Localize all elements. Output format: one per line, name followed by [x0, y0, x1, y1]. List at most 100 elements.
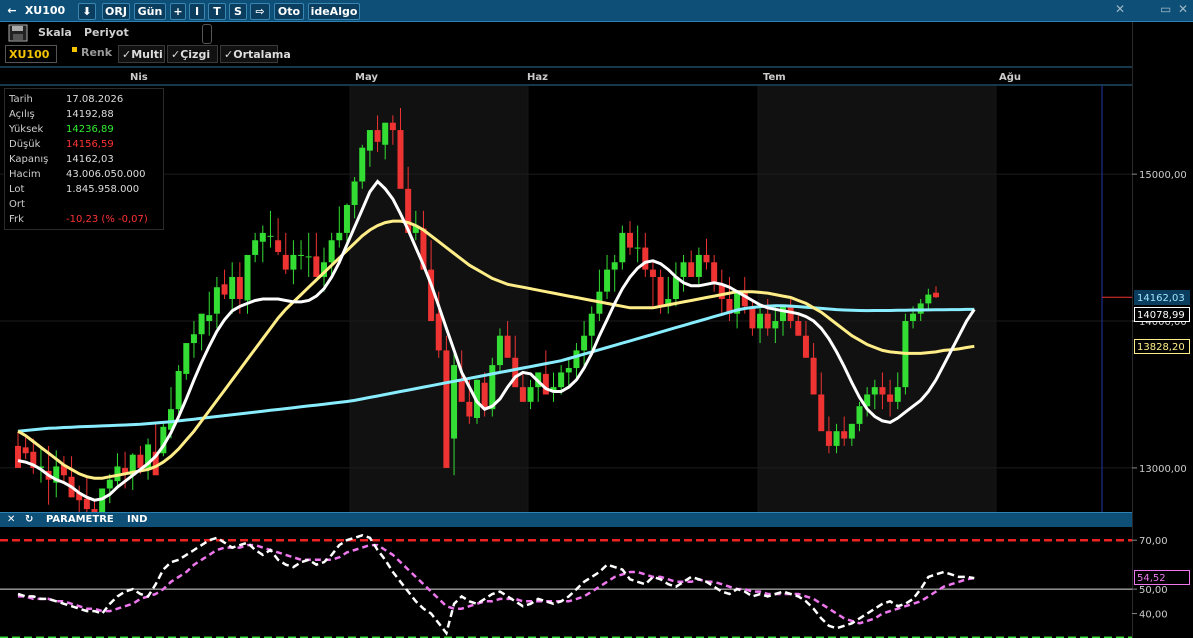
candle-body: [910, 313, 917, 322]
candle-body: [275, 240, 282, 252]
candle-body: [397, 130, 404, 189]
ortalama-toggle[interactable]: ✓Ortalama: [220, 45, 291, 63]
info-key: Lot: [9, 184, 25, 195]
candle-body: [336, 232, 343, 241]
candle-body: [99, 488, 106, 515]
candle-body: [611, 262, 618, 270]
idealgo-button[interactable]: ideAlgo: [308, 3, 360, 20]
candle-body: [841, 431, 848, 439]
back-arrow-icon[interactable]: ←: [5, 3, 19, 18]
candle-body: [581, 335, 588, 351]
candle-body: [848, 423, 855, 439]
close-icon[interactable]: ✕: [1178, 2, 1188, 16]
candle-body: [634, 247, 641, 249]
info-value: 17.08.2026: [66, 94, 124, 105]
orj-button[interactable]: ORJ: [102, 3, 130, 20]
rsi-value-tag: 54,52: [1134, 570, 1190, 585]
download-icon[interactable]: ⬇: [78, 3, 96, 20]
oto-button[interactable]: Oto: [274, 3, 304, 20]
save-icon[interactable]: [8, 24, 28, 42]
periyot-label[interactable]: Periyot: [84, 26, 129, 39]
candle-body: [627, 232, 633, 248]
cizgi-toggle[interactable]: ✓Çizgi: [167, 45, 218, 63]
candle-body: [588, 313, 595, 336]
candle-body: [512, 357, 519, 388]
candle-body: [887, 394, 894, 402]
renk-button[interactable]: Renk: [81, 46, 112, 59]
candle-body: [374, 130, 381, 142]
candle-body: [894, 387, 901, 402]
window-titlebar: ← XU100 ⬇ ORJ Gün + I T S ⇨ Oto ideAlgo …: [0, 0, 1193, 22]
price-tick-label: 15000,00: [1139, 170, 1187, 181]
month-label: Tem: [763, 72, 786, 83]
candle-body: [496, 335, 503, 366]
info-row: Tarih 17.08.2026: [9, 94, 159, 108]
candle-body: [229, 276, 236, 299]
rsi-tick-label: 70,00: [1139, 536, 1168, 547]
info-row: Kapanış 14162,03: [9, 154, 159, 168]
period-gun-button[interactable]: Gün: [134, 3, 166, 20]
month-label: Nis: [130, 72, 148, 83]
i-button[interactable]: I: [189, 3, 205, 20]
candle-body: [106, 479, 113, 489]
candle-body: [244, 254, 251, 301]
info-key: Ort: [9, 199, 25, 210]
ohlc-info-panel: Tarih 17.08.2026 Açılış 14192,88 Yüksek 14236…: [4, 88, 164, 230]
info-row: Açılış 14192,88: [9, 109, 159, 123]
refresh-icon[interactable]: ↻: [25, 514, 33, 526]
info-value: 1.845.958.000: [66, 184, 140, 195]
rsi-tick-label: 40,00: [1139, 610, 1168, 621]
info-key: Tarih: [9, 94, 33, 105]
candle-body: [604, 269, 611, 292]
candle-body: [619, 232, 626, 263]
candle-body: [519, 387, 526, 402]
candle-body: [573, 350, 580, 369]
symbol-input[interactable]: XU100: [5, 45, 57, 63]
minimize-icon[interactable]: ▭: [1160, 2, 1171, 16]
candle-body: [780, 306, 786, 322]
candle-body: [252, 240, 259, 255]
info-row: Lot 1.845.958.000: [9, 184, 159, 198]
t-button[interactable]: T: [208, 3, 226, 20]
candle-body: [879, 387, 886, 395]
candle-body: [443, 350, 450, 468]
candle-body: [359, 147, 366, 182]
info-value: -10,23 (% -0,07): [66, 214, 148, 225]
info-value: 14236,89: [66, 124, 114, 135]
info-key: Düşük: [9, 139, 41, 150]
info-row: Yüksek 14236,89: [9, 124, 159, 138]
parametre-button[interactable]: PARAMETRE: [46, 514, 114, 526]
close-indicator-icon[interactable]: ✕: [7, 514, 15, 526]
price-chart[interactable]: NisMayHazTemAğu 15000,0014000,0013000,00…: [0, 66, 1193, 638]
candle-body: [221, 284, 228, 295]
candle-body: [213, 287, 220, 314]
candle-body: [183, 343, 190, 374]
multi-toggle[interactable]: ✓Multi: [118, 45, 165, 63]
info-key: Kapanış: [9, 154, 49, 165]
s-button[interactable]: S: [229, 3, 247, 20]
candle-body: [259, 232, 266, 242]
candle-body: [871, 387, 878, 395]
candle-body: [313, 256, 320, 277]
info-key: Frk: [9, 214, 24, 225]
ind-button[interactable]: IND: [127, 514, 147, 526]
forward-arrow-icon[interactable]: ⇨: [250, 3, 270, 20]
candle-body: [282, 254, 289, 270]
skala-label[interactable]: Skala: [38, 26, 72, 39]
month-label: May: [355, 72, 378, 83]
candle-body: [749, 306, 756, 329]
price-tick-label: 13000,00: [1139, 464, 1187, 475]
color-swatch-icon: [72, 47, 77, 52]
candle-body: [366, 130, 373, 151]
pin-icon[interactable]: ✕: [1115, 2, 1125, 16]
candle-body: [711, 262, 718, 285]
candle-body: [795, 321, 802, 336]
candle-body: [435, 313, 442, 351]
candle-body: [933, 292, 939, 298]
candle-body: [542, 373, 549, 395]
candle-body: [343, 204, 350, 233]
periyot-field[interactable]: [202, 24, 212, 44]
candle-body: [236, 276, 243, 299]
plus-button[interactable]: +: [170, 3, 186, 20]
info-key: Yüksek: [9, 124, 44, 135]
